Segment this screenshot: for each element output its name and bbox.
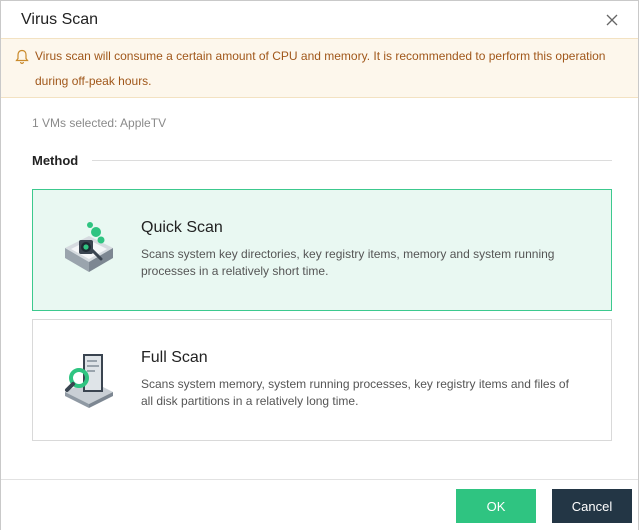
full-scan-description: Scans system memory, system running proc… <box>141 377 569 408</box>
method-label: Method <box>32 152 79 168</box>
cancel-button[interactable]: Cancel <box>552 489 632 523</box>
selected-vms-text: 1 VMs selected: AppleTV <box>32 116 167 130</box>
warning-banner: Virus scan will consume a certain amount… <box>1 38 638 98</box>
quick-scan-icon <box>61 216 117 280</box>
dialog-title: Virus Scan <box>21 10 99 28</box>
close-icon[interactable] <box>602 10 622 30</box>
full-scan-title: Full Scan <box>141 349 208 366</box>
method-section-header: Method <box>32 152 612 168</box>
divider <box>92 159 612 161</box>
quick-scan-title: Quick Scan <box>141 219 223 236</box>
ok-button[interactable]: OK <box>456 489 536 523</box>
warning-text: Virus scan will consume a certain amount… <box>35 49 606 88</box>
quick-scan-description: Scans system key directories, key regist… <box>141 247 555 278</box>
bell-icon <box>15 49 29 65</box>
dialog-footer: OK Cancel <box>1 479 638 530</box>
full-scan-icon <box>61 346 117 410</box>
quick-scan-option[interactable]: Quick Scan Scans system key directories,… <box>32 189 612 311</box>
virus-scan-dialog: Virus Scan Virus scan will consume a cer… <box>0 0 639 530</box>
dialog-header: Virus Scan <box>1 1 638 38</box>
full-scan-option[interactable]: Full Scan Scans system memory, system ru… <box>32 319 612 441</box>
